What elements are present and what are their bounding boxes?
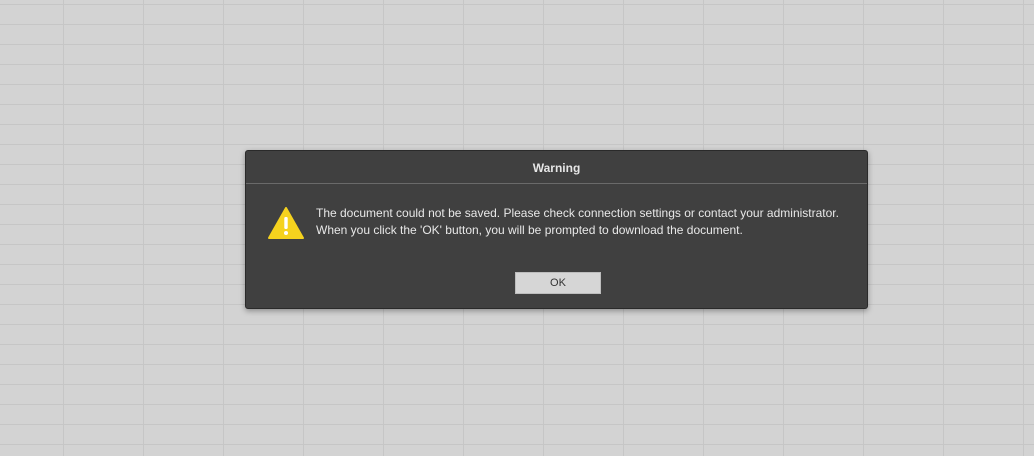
message-line-1: The document could not be saved. Please … — [316, 206, 839, 220]
message-line-2: When you click the 'OK' button, you will… — [316, 223, 743, 237]
dialog-title: Warning — [532, 161, 581, 175]
ok-button[interactable]: OK — [515, 272, 601, 294]
dialog-header: Warning — [246, 151, 867, 184]
dialog-body: The document could not be saved. Please … — [246, 184, 867, 274]
warning-icon — [267, 206, 305, 240]
warning-dialog: Warning The document could not be saved.… — [245, 150, 868, 309]
dialog-message: The document could not be saved. Please … — [316, 205, 861, 239]
